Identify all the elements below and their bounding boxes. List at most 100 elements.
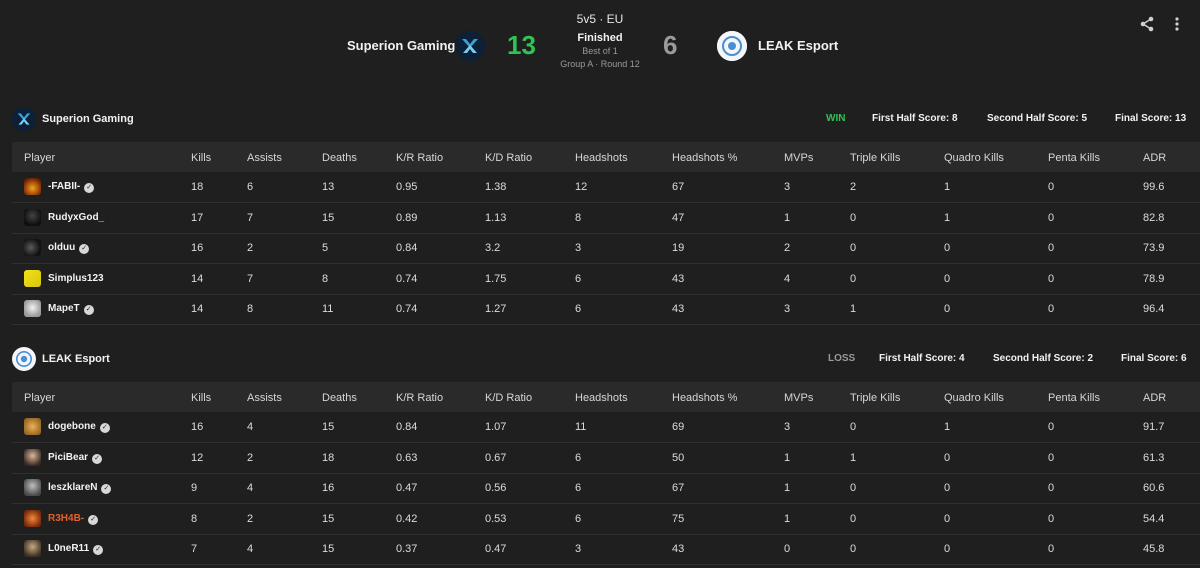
column-header-adr[interactable]: ADR [1143,152,1166,164]
player-name-text[interactable]: PiciBear [48,452,88,463]
share-icon[interactable] [1139,16,1155,35]
team1-name[interactable]: Superion Gaming [347,38,455,53]
stat-adr: 45.8 [1143,543,1165,555]
player-name[interactable]: PiciBear ✓ [48,452,103,464]
stat-penta-kills: 0 [1048,211,1055,224]
column-header-kills[interactable]: Kills [191,392,211,404]
player-name-text[interactable]: olduu [48,242,75,253]
column-header-kr-ratio[interactable]: K/R Ratio [396,152,443,164]
player-name-text[interactable]: -FABII- [48,181,80,192]
stat-penta-kills: 0 [1048,451,1055,464]
player-name[interactable]: RudyxGod_ [48,212,104,223]
player-avatar[interactable] [24,269,41,287]
table-row: leszklareN ✓ 9 4 16 0.47 0.56 6 67 1 0 0 0 60.6 [12,473,1200,504]
first-half-score: First Half Score: 4 [879,353,965,364]
stat-triple-kills: 0 [850,543,857,555]
stat-assists: 7 [247,272,254,285]
player-name[interactable]: MapeT ✓ [48,303,94,315]
column-header-player[interactable]: Player [24,392,55,404]
column-header-adr[interactable]: ADR [1143,392,1166,404]
player-name[interactable]: Simplus123 [48,273,104,284]
player-avatar[interactable] [24,239,41,256]
stat-penta-kills: 0 [1048,543,1055,555]
player-name-text[interactable]: L0neR11 [48,543,89,554]
stat-headshots: 6 [575,303,582,315]
column-header-quadro-kills[interactable]: Quadro Kills [944,152,1004,164]
column-header-headshots-pct[interactable]: Headshots % [672,392,737,404]
stat-deaths: 5 [322,242,329,254]
column-header-penta-kills[interactable]: Penta Kills [1048,152,1100,164]
column-header-mvps[interactable]: MVPs [784,392,813,404]
stat-headshots: 8 [575,211,582,224]
column-header-triple-kills[interactable]: Triple Kills [850,152,900,164]
player-name[interactable]: leszklareN ✓ [48,482,112,494]
stat-penta-kills: 0 [1048,272,1055,285]
column-header-kd-ratio[interactable]: K/D Ratio [485,152,532,164]
stat-headshots-pct: 19 [672,242,685,254]
player-avatar[interactable] [24,509,41,527]
player-avatar[interactable] [24,178,41,195]
player-name[interactable]: olduu ✓ [48,242,90,254]
column-header-kd-ratio[interactable]: K/D Ratio [485,392,532,404]
team-logo-icon[interactable] [12,107,36,131]
player-avatar[interactable] [24,418,41,435]
team1-score: 13 [507,30,536,60]
player-avatar[interactable] [24,540,41,557]
verified-icon: ✓ [93,545,104,555]
player-avatar[interactable] [24,448,41,466]
table-row: L0neR11 ✓ 7 4 15 0.37 0.47 3 43 0 0 0 0 45.8 [12,534,1200,565]
stat-triple-kills: 0 [850,482,857,494]
player-name-text[interactable]: dogebone [48,421,96,432]
player-name[interactable]: -FABII- ✓ [48,181,95,193]
column-header-penta-kills[interactable]: Penta Kills [1048,392,1100,404]
stat-kills: 14 [191,272,204,285]
player-name[interactable]: dogebone ✓ [48,421,110,433]
player-avatar[interactable] [24,479,41,496]
player-avatar[interactable] [24,208,41,226]
stat-assists: 4 [247,543,254,555]
stat-triple-kills: 0 [850,242,857,254]
player-name[interactable]: L0neR11 ✓ [48,543,104,555]
column-header-headshots[interactable]: Headshots [575,392,628,404]
player-name[interactable]: R3H4B- ✓ [48,513,99,525]
column-header-assists[interactable]: Assists [247,392,282,404]
stat-kr-ratio: 0.84 [396,421,418,433]
player-name-text[interactable]: Simplus123 [48,273,104,284]
column-header-triple-kills[interactable]: Triple Kills [850,392,900,404]
column-header-kills[interactable]: Kills [191,152,211,164]
player-name-text[interactable]: leszklareN [48,482,97,493]
column-header-assists[interactable]: Assists [247,152,282,164]
table-row: dogebone ✓ 16 4 15 0.84 1.07 11 69 3 0 1 0 91.7 [12,412,1200,443]
stat-adr: 82.8 [1143,211,1165,224]
stat-quadro-kills: 1 [944,421,951,433]
stat-deaths: 16 [322,482,335,494]
second-half-score: Second Half Score: 5 [987,113,1088,124]
column-header-headshots[interactable]: Headshots [575,152,628,164]
team2-logo[interactable] [717,31,747,61]
stat-headshots: 11 [575,421,587,433]
column-header-quadro-kills[interactable]: Quadro Kills [944,392,1004,404]
team-name[interactable]: LEAK Esport [42,353,110,365]
column-header-mvps[interactable]: MVPs [784,152,813,164]
player-name-text[interactable]: MapeT [48,303,80,314]
stat-quadro-kills: 0 [944,451,951,464]
stat-headshots: 6 [575,512,582,525]
player-name-text[interactable]: RudyxGod_ [48,212,104,223]
more-vertical-icon[interactable] [1173,16,1181,35]
team1-logo[interactable] [455,31,485,61]
column-header-kr-ratio[interactable]: K/R Ratio [396,392,443,404]
best-of: Best of 1 [582,46,618,56]
player-avatar[interactable] [24,300,41,317]
column-header-headshots-pct[interactable]: Headshots % [672,152,737,164]
stat-mvps: 1 [784,211,791,224]
column-header-player[interactable]: Player [24,152,55,164]
column-header-deaths[interactable]: Deaths [322,392,357,404]
player-name-text[interactable]: R3H4B- [48,513,84,524]
team-logo-icon[interactable] [12,347,36,371]
team2-name[interactable]: LEAK Esport [758,38,838,53]
stat-kd-ratio: 3.2 [485,242,501,254]
team-name[interactable]: Superion Gaming [42,113,134,125]
verified-icon: ✓ [92,453,103,464]
column-header-deaths[interactable]: Deaths [322,152,357,164]
stat-quadro-kills: 1 [944,211,951,224]
